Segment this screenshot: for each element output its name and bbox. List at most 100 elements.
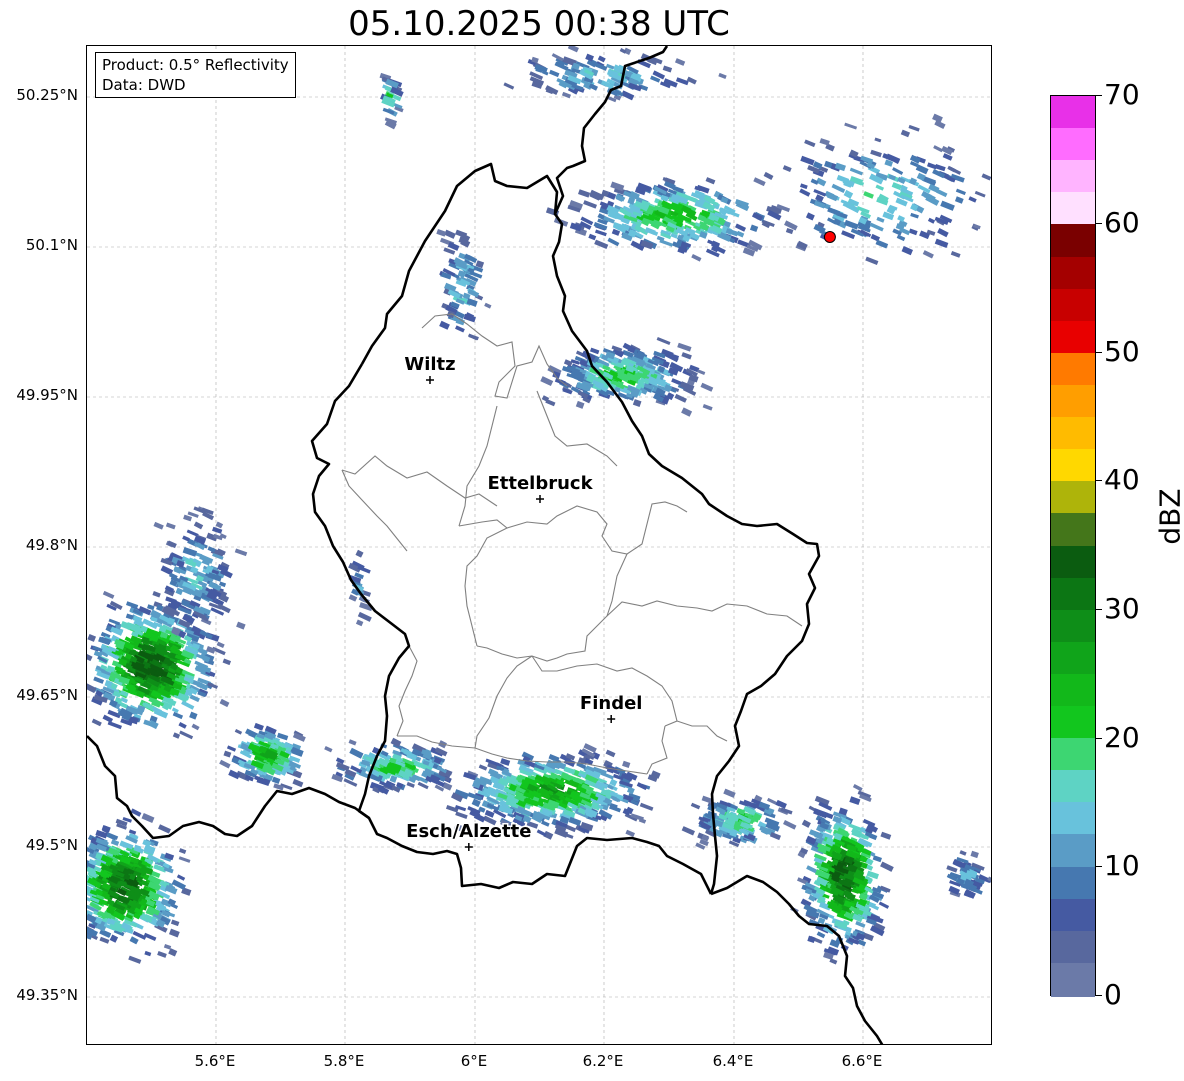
city-marker — [464, 843, 473, 851]
echo-pixel — [636, 782, 648, 791]
colorbar-segment — [1051, 384, 1095, 419]
echo-pixel — [153, 521, 164, 530]
echo-pixel — [705, 177, 716, 185]
echo-pixel — [597, 55, 606, 63]
colorbar-segment — [1051, 449, 1095, 484]
echo-pixel — [849, 796, 861, 806]
echo-pixel — [681, 826, 695, 836]
lon-tick-label: 6.2°E — [582, 1052, 624, 1070]
lat-tick-label: 49.5°N — [25, 836, 78, 854]
colorbar-segment — [1051, 288, 1095, 323]
echo-pixel — [718, 72, 727, 79]
echo-pixel — [605, 749, 616, 758]
city-label: Ettelbruck — [487, 473, 593, 494]
canton-boundary — [476, 553, 628, 662]
colorbar-tick-label: 30 — [1104, 592, 1140, 625]
echo-pixel — [749, 224, 759, 233]
echo-pixel — [622, 760, 631, 768]
belgium-france-border — [87, 735, 370, 840]
colorbar-segment — [1051, 962, 1095, 997]
colorbar-segment — [1051, 256, 1095, 291]
echo-pixel — [691, 253, 702, 262]
colorbar-segment — [1051, 770, 1095, 805]
echo-pixel — [91, 718, 102, 727]
echo-pixel — [632, 399, 642, 407]
echo-pixel — [349, 747, 364, 759]
echo-pixel — [236, 621, 246, 630]
echo-pixel — [927, 217, 936, 224]
echo-pixel — [607, 237, 620, 247]
echo-pixel — [439, 320, 450, 330]
colorbar-segment — [1051, 706, 1095, 740]
city-marker — [425, 376, 434, 384]
echo-pixel — [348, 739, 357, 746]
colorbar-tick-label: 40 — [1104, 463, 1140, 496]
canton-boundary — [396, 645, 418, 737]
lat-tick-label: 50.25°N — [16, 86, 78, 104]
echo-pixel — [216, 641, 225, 649]
echo-pixel — [175, 587, 184, 596]
echo-pixel — [234, 728, 243, 735]
colorbar — [1050, 95, 1096, 997]
echo-pixel — [178, 848, 187, 854]
echo-pixel — [540, 376, 554, 387]
echo-pixel — [178, 722, 187, 729]
echo-pixel — [974, 190, 986, 198]
echo-pixel — [183, 514, 192, 522]
colorbar-segment — [1051, 481, 1095, 516]
canton-boundary — [458, 405, 498, 527]
colorbar-tickmark — [1096, 352, 1102, 353]
echo-pixel — [87, 683, 97, 694]
echo-pixel — [910, 212, 919, 219]
echo-pixel — [99, 936, 110, 944]
echo-pixel — [891, 182, 903, 191]
echo-pixel — [819, 138, 830, 146]
echo-pixel — [110, 839, 120, 847]
echo-pixel — [503, 82, 515, 90]
echo-pixel — [970, 850, 979, 859]
canton-boundary — [341, 469, 408, 552]
echo-pixel — [878, 901, 890, 909]
echo-pixel — [128, 955, 142, 964]
echo-pixel — [152, 591, 161, 598]
echo-pixel — [897, 215, 905, 222]
echo-pixel — [940, 200, 955, 211]
echo-pixel — [849, 167, 863, 176]
canton-boundary — [474, 655, 533, 749]
echo-pixel — [863, 191, 874, 199]
radar-site — [823, 231, 836, 243]
city-label: Esch/Alzette — [406, 821, 531, 842]
lat-tick-label: 49.35°N — [16, 986, 78, 1004]
echo-pixel — [147, 604, 155, 611]
radar-map[interactable]: Wiltz Ettelbruck Findel Esch/Alzette — [86, 45, 992, 1045]
product-label: Product: 0.5° Reflectivity — [102, 56, 289, 74]
echo-pixel — [87, 652, 93, 662]
echo-pixel — [621, 90, 635, 101]
echo-pixel — [444, 229, 456, 239]
echo-pixel — [271, 776, 281, 784]
echo-pixel — [561, 91, 572, 99]
colorbar-tick-label: 0 — [1104, 978, 1122, 1011]
echo-pixel — [852, 783, 863, 792]
colorbar-segment — [1051, 545, 1095, 580]
echo-pixel — [901, 246, 913, 256]
echo-pixel — [681, 352, 692, 360]
canton-boundary — [676, 720, 728, 742]
colorbar-segment — [1051, 930, 1095, 965]
echo-pixel — [172, 732, 181, 739]
echo-pixel — [801, 819, 811, 828]
echo-pixel — [690, 802, 701, 810]
echo-pixel — [467, 333, 478, 341]
echo-pixel — [831, 183, 846, 193]
echo-pixel — [182, 535, 190, 542]
city-marker — [536, 495, 544, 503]
echo-pixel — [226, 745, 237, 752]
reflectivity-echoes — [87, 46, 991, 965]
echo-pixel — [466, 298, 478, 307]
colorbar-tickmark — [1096, 866, 1102, 867]
echo-pixel — [800, 155, 815, 166]
echo-pixel — [141, 813, 155, 823]
echo-pixel — [355, 549, 364, 558]
colorbar-tickmark — [1096, 223, 1102, 224]
colorbar-segment — [1051, 673, 1095, 708]
